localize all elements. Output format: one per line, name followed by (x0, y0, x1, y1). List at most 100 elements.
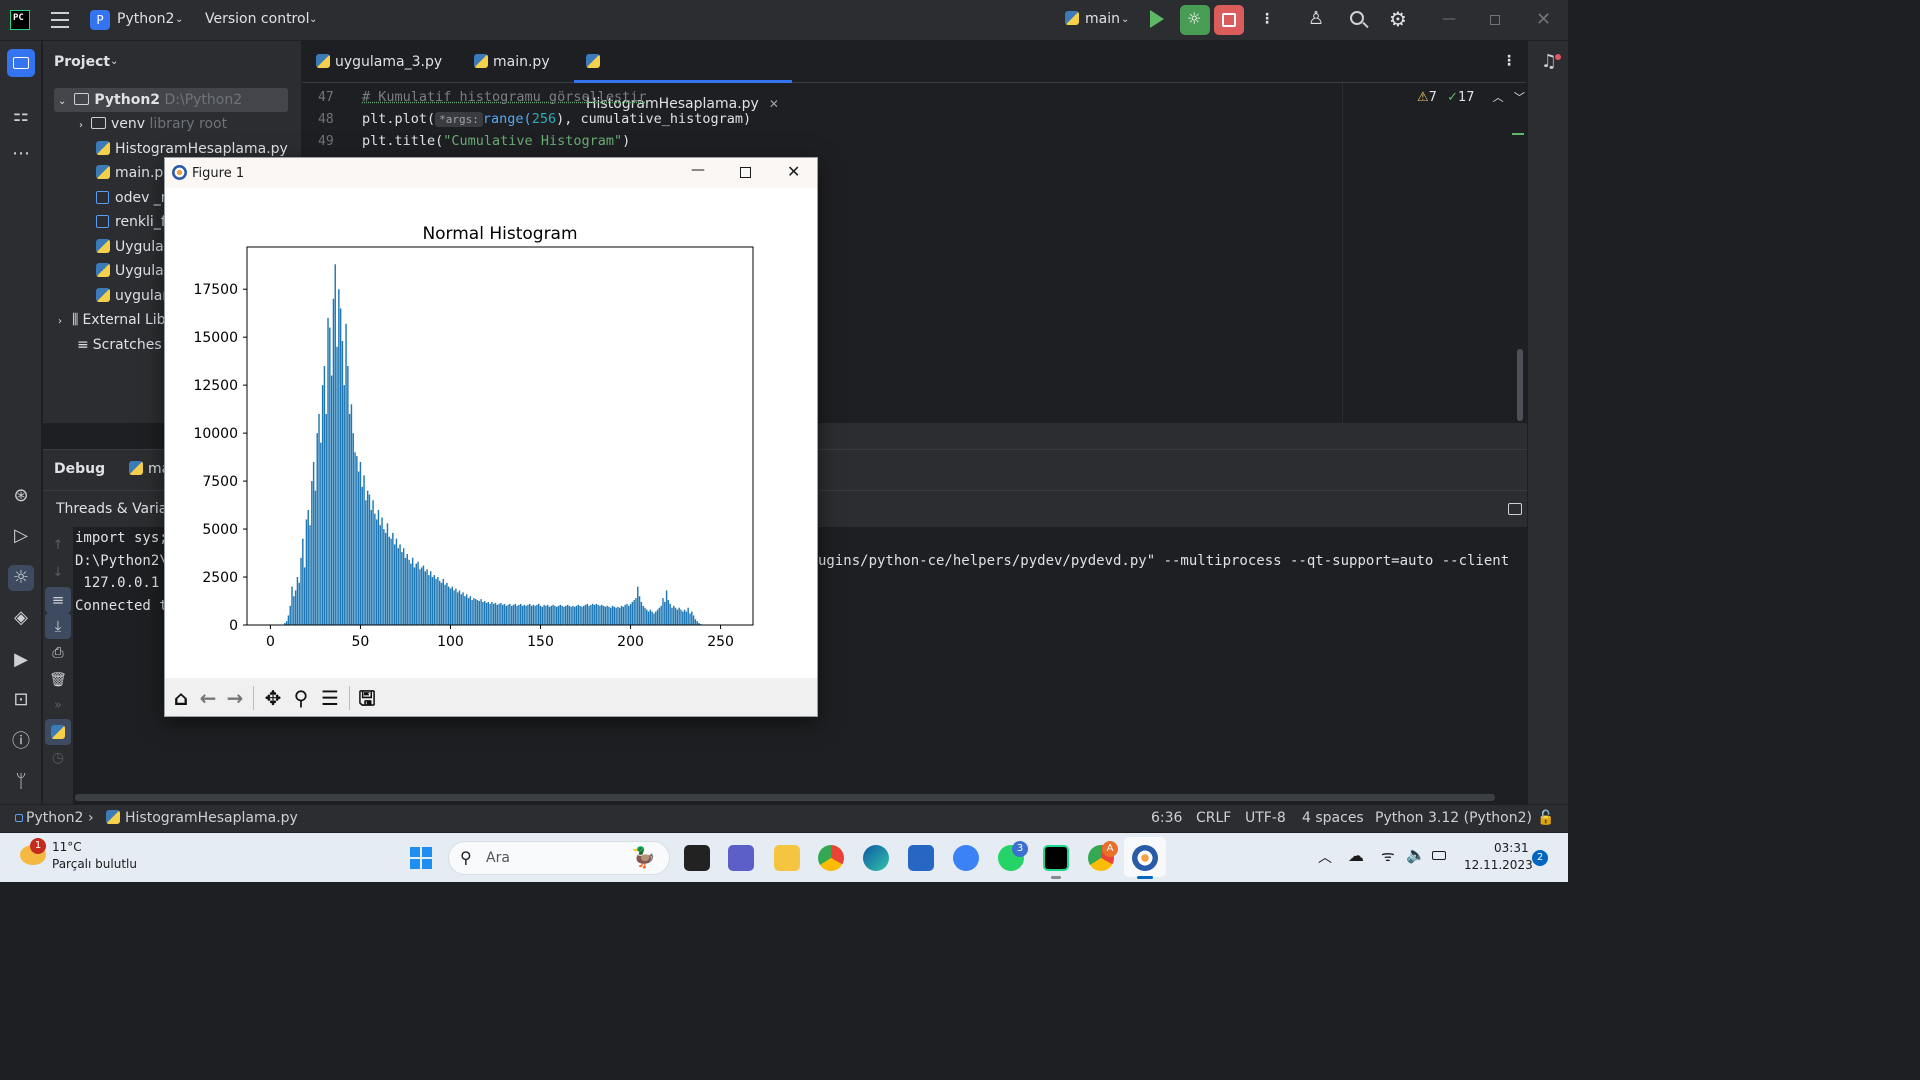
file-encoding[interactable]: UTF-8 (1245, 810, 1286, 826)
volume-icon[interactable]: 🔈 (1406, 845, 1426, 864)
close-tab-icon[interactable]: ✕ (769, 97, 779, 111)
edge-icon[interactable] (863, 845, 889, 871)
python-interpreter[interactable]: Python 3.12 (Python2) (1375, 810, 1532, 826)
debug-tool-bug-icon[interactable]: ☼ (8, 565, 34, 591)
inspection-widget[interactable]: ⚠7 ✓17 ︿ ﹀ (1417, 89, 1525, 105)
line-separator[interactable]: CRLF (1196, 810, 1231, 826)
histogram-bar (532, 604, 535, 625)
tree-item-file[interactable]: Uygulan (96, 259, 173, 283)
forward-arrow-icon[interactable]: → (223, 686, 247, 710)
editor-scrollbar[interactable] (1517, 349, 1523, 421)
main-menu-icon[interactable] (51, 12, 69, 28)
tree-item-scratches[interactable]: ≡ Scratches a (77, 333, 175, 357)
teams-chat-icon[interactable] (728, 845, 754, 871)
python-packages-icon[interactable]: ⊛ (8, 483, 34, 509)
taskbar-search-box[interactable]: ⚲ Ara 🦆 (448, 841, 670, 875)
tree-item-venv[interactable]: › venv library root (79, 112, 227, 136)
project-switcher[interactable]: Python2 (117, 11, 174, 27)
terminal-icon[interactable]: ⊡ (8, 687, 34, 713)
lock-icon[interactable]: 🔓 (1537, 810, 1554, 826)
show-hidden-icons-chevron-icon[interactable]: ︿ (1318, 847, 1332, 867)
add-user-icon[interactable]: ♙ (1308, 8, 1324, 29)
tree-item-file[interactable]: renkli_fo (96, 210, 174, 234)
notification-count-badge[interactable]: 2 (1532, 850, 1548, 866)
stop-button[interactable] (1214, 5, 1244, 35)
settings-gear-icon[interactable]: ⚙ (1389, 7, 1407, 31)
clock-date[interactable]: 12.11.2023 (1464, 858, 1533, 872)
indent-setting[interactable]: 4 spaces (1302, 810, 1364, 826)
tabs-more-icon[interactable]: ⋮ (1502, 53, 1516, 69)
problems-icon[interactable]: ⓘ (8, 729, 34, 755)
prev-highlight-icon[interactable]: ︿ (1493, 91, 1504, 104)
pycharm-taskbar-icon[interactable] (1043, 845, 1069, 871)
wifi-icon[interactable]: ᯤ (1381, 846, 1395, 866)
run-tool-icon[interactable]: ▷ (8, 523, 34, 549)
tree-item-root[interactable]: ⌄ Python2 D:\Python2 (54, 88, 288, 112)
project-panel-title[interactable]: Project (54, 54, 110, 70)
debug-rerun-button[interactable]: ☼ (1180, 5, 1210, 35)
tree-item-file[interactable]: main.py (96, 161, 172, 185)
chrome-icon[interactable] (818, 845, 844, 871)
breadcrumb-file[interactable]: HistogramHesaplama.py (106, 810, 298, 826)
tab-main[interactable]: main.py (474, 41, 550, 83)
minimize-window-icon[interactable]: — (1442, 11, 1456, 27)
onedrive-cloud-icon[interactable]: ☁ (1348, 846, 1364, 865)
structure-icon[interactable]: ⚏ (8, 103, 34, 129)
scroll-down-icon[interactable]: ↓ (45, 560, 71, 586)
home-icon[interactable]: ⌂ (169, 686, 193, 710)
console-prompt-icon[interactable]: » (45, 693, 71, 719)
tab-uygulama-3[interactable]: uygulama_3.py (316, 41, 442, 83)
file-explorer-icon[interactable] (774, 845, 800, 871)
run-config-selector[interactable]: main (1085, 11, 1120, 27)
run-icon[interactable] (1150, 10, 1164, 28)
restore-window-icon[interactable] (1490, 15, 1500, 25)
layers-icon[interactable]: ◈ (8, 605, 34, 631)
task-view-icon[interactable] (684, 845, 710, 871)
histogram-bar (599, 605, 601, 625)
layout-toggle-icon[interactable] (1508, 503, 1522, 515)
git-icon[interactable]: ᛘ (8, 769, 34, 795)
code-line-49[interactable]: plt.title("Cumulative Histogram") (362, 133, 630, 149)
project-tool-folder-icon[interactable] (7, 49, 35, 77)
configure-subplots-icon[interactable]: ☰ (318, 686, 342, 710)
breadcrumb-project[interactable]: Python2 (26, 810, 83, 826)
tree-item-file[interactable]: Uygulan (96, 235, 173, 259)
vcs-menu[interactable]: Version control (205, 11, 309, 27)
figure-close-icon[interactable]: ✕ (787, 162, 800, 181)
tree-item-external-libraries[interactable]: › ⫼ External Lib (58, 308, 166, 332)
console-horizontal-scrollbar[interactable] (75, 794, 1495, 801)
scroll-to-end-icon[interactable]: ⤓ (45, 613, 71, 639)
back-arrow-icon[interactable]: ← (196, 686, 220, 710)
pan-move-icon[interactable]: ✥ (261, 686, 285, 710)
history-clock-icon[interactable]: ◷ (45, 745, 71, 771)
histogram-bar (615, 607, 617, 625)
notifications-bell-icon[interactable]: ♫ (1536, 49, 1562, 75)
threads-variables-tab[interactable]: Threads & Variab (56, 501, 176, 517)
battery-icon[interactable] (1432, 851, 1446, 860)
tab-histogram-hesaplama[interactable]: HistogramHesaplama.py ✕ (574, 41, 792, 112)
close-window-icon[interactable]: ✕ (1536, 9, 1551, 30)
services-icon[interactable]: ▶ (8, 647, 34, 673)
weather-temp[interactable]: 11°C (52, 840, 82, 854)
matplotlib-figure-icon[interactable] (1132, 845, 1158, 871)
caret-position[interactable]: 6:36 (1151, 810, 1182, 826)
code-line-48[interactable]: plt.plot(*args: range(256), cumulative_hi… (362, 111, 751, 127)
clock-time[interactable]: 03:31 (1494, 841, 1529, 855)
weather-desc[interactable]: Parçalı bulutlu (52, 857, 137, 871)
figure-maximize-icon[interactable] (740, 167, 751, 178)
save-figure-icon[interactable]: 🖫 (355, 686, 379, 710)
more-actions-icon[interactable]: ⋮ (1260, 11, 1274, 27)
figure-minimize-icon[interactable]: — (691, 162, 705, 178)
print-icon[interactable]: ⎙ (45, 640, 71, 666)
more-tools-icon[interactable]: ⋯ (8, 141, 34, 167)
python-console-icon[interactable] (45, 719, 71, 745)
code-line-47[interactable]: # Kumulatif histogramu görsellestir (362, 89, 646, 105)
scroll-up-icon[interactable]: ↑ (45, 533, 71, 559)
microsoft-store-icon[interactable] (908, 845, 934, 871)
soft-wrap-icon[interactable]: ≡ (45, 587, 71, 613)
windows-start-icon[interactable] (410, 847, 432, 869)
clear-console-trash-icon[interactable]: 🗑 (45, 667, 71, 693)
messenger-icon[interactable] (953, 845, 979, 871)
next-highlight-icon[interactable]: ﹀ (1514, 91, 1525, 104)
zoom-magnifier-icon[interactable]: ⚲ (289, 686, 313, 710)
